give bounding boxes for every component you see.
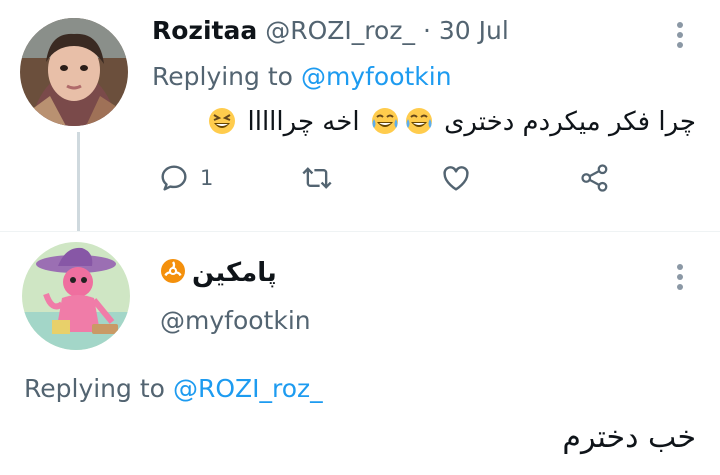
tweet-author-handle[interactable]: @myfootkin <box>160 306 311 335</box>
more-icon[interactable] <box>674 262 686 296</box>
retweet-icon <box>300 162 334 194</box>
avatar[interactable] <box>22 242 130 350</box>
avatar[interactable] <box>20 18 128 126</box>
tweet-author-handle[interactable]: @ROZI_roz_ <box>265 16 415 45</box>
retweet-button[interactable] <box>300 162 334 194</box>
tears-of-joy-emoji <box>404 106 434 136</box>
tears-of-joy-emoji <box>370 106 400 136</box>
tweet-author-name[interactable]: پامکین <box>192 258 277 288</box>
replying-to-handle[interactable]: @myfootkin <box>301 62 452 91</box>
tweet-text: خب دخترم <box>562 420 696 455</box>
avatar-photo <box>20 18 128 126</box>
replying-to-label: Replying to <box>152 62 293 91</box>
biohazard-icon <box>160 258 186 288</box>
thread-connector-line <box>77 132 80 232</box>
replying-to-label: Replying to <box>24 374 165 403</box>
tweet-date[interactable]: 30 Jul <box>439 16 509 45</box>
reply-button[interactable]: 1 <box>158 162 213 194</box>
tweet-text-part2: اخه چرااااا <box>247 107 360 137</box>
tweet-divider <box>0 231 720 232</box>
more-icon[interactable] <box>674 20 686 54</box>
separator-dot: · <box>422 16 431 45</box>
tweet-text: چرا فکر میکردم دختری اخه چرااااا <box>156 106 696 137</box>
tweet-text-part1: چرا فکر میکردم دختری <box>444 107 696 137</box>
share-icon <box>580 162 610 194</box>
avatar-illustration <box>22 242 130 350</box>
share-button[interactable] <box>580 162 610 194</box>
like-icon <box>440 162 472 194</box>
reply-count: 1 <box>200 166 214 190</box>
like-button[interactable] <box>440 162 472 194</box>
laughing-emoji <box>207 106 237 136</box>
tweet-author-name[interactable]: Rozitaa <box>152 16 257 45</box>
reply-icon <box>158 162 190 194</box>
replying-to-handle[interactable]: @ROZI_roz_ <box>173 374 323 403</box>
